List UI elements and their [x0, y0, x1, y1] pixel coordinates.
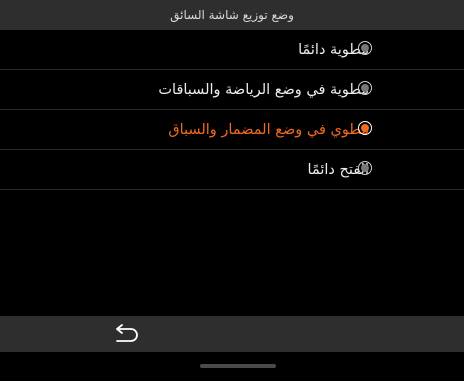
back-button[interactable] — [108, 320, 144, 348]
option-row-collapsed-sport-race[interactable]: مطوية في وضع الرياضة والسباقات — [0, 70, 464, 110]
option-label: مطوي في وضع المضمار والسباق — [168, 121, 369, 138]
page-title: وضع توزيع شاشة السائق — [170, 8, 294, 22]
radio-dot — [361, 84, 369, 92]
radio-dot — [361, 124, 369, 132]
radio-button[interactable] — [358, 81, 372, 95]
radio-button[interactable] — [358, 121, 372, 135]
screen: وضع توزيع شاشة السائق مطوية دائمًا مطوية… — [0, 0, 464, 381]
radio-dot — [361, 164, 369, 172]
radio-button[interactable] — [358, 161, 372, 175]
home-indicator-area — [0, 352, 464, 381]
radio-button[interactable] — [358, 41, 372, 55]
back-arrow-icon — [116, 324, 138, 342]
radio-dot — [361, 44, 369, 52]
bottom-navigation-bar — [0, 316, 464, 352]
header-bar: وضع توزيع شاشة السائق — [0, 0, 464, 30]
option-row-always-open[interactable]: الفتح دائمًا — [0, 150, 464, 190]
option-row-always-collapsed[interactable]: مطوية دائمًا — [0, 30, 464, 70]
options-list: مطوية دائمًا مطوية في وضع الرياضة والسبا… — [0, 30, 464, 190]
home-indicator-pill[interactable] — [200, 364, 276, 368]
option-row-collapsed-track-race[interactable]: مطوي في وضع المضمار والسباق — [0, 110, 464, 150]
option-label: مطوية في وضع الرياضة والسباقات — [158, 81, 369, 98]
